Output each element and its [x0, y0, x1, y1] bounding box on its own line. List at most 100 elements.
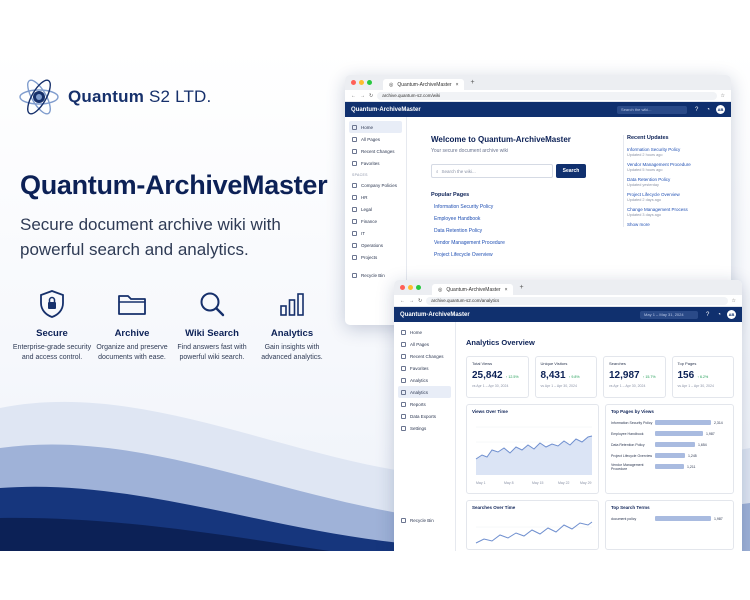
sidebar-item-label: Home [361, 124, 374, 130]
sidebar-item-label: HR [361, 194, 368, 200]
kpi-value: 12,987 [609, 370, 640, 381]
new-tab-icon[interactable]: + [519, 284, 523, 291]
sidebar-item-finance[interactable]: Finance [349, 215, 402, 227]
close-window-icon[interactable] [351, 80, 356, 85]
forward-icon[interactable]: → [409, 298, 414, 304]
company-name: Quantum S2 LTD. [68, 87, 212, 106]
forward-icon[interactable]: → [360, 93, 365, 99]
popular-page-link[interactable]: Vendor Management Procedure [434, 240, 621, 246]
sidebar-item-label: Recent Changes [361, 148, 395, 154]
minimize-window-icon[interactable] [359, 80, 364, 85]
bell-icon[interactable]: ◔ [706, 107, 710, 113]
sidebar-item-settings[interactable]: Settings [398, 422, 451, 434]
sidebar-item-favorites[interactable]: Favorites [349, 157, 402, 169]
avatar[interactable]: AB [716, 105, 725, 114]
bar-label: document policy [611, 516, 637, 521]
back-icon[interactable]: ← [400, 298, 405, 304]
sidebar-item-analytics-active[interactable]: Analytics [398, 386, 451, 398]
chart-row: Views Over Time May 1 May 8 May 15 May 2… [466, 404, 734, 494]
maximize-window-icon[interactable] [367, 80, 372, 85]
popular-page-link[interactable]: Data Retention Policy [434, 228, 621, 234]
bar-value: 1,211 [687, 464, 696, 469]
sidebar-item-label: Recycle Bin [361, 272, 385, 278]
bookmark-icon[interactable]: ☆ [732, 298, 736, 304]
sidebar-item-legal[interactable]: Legal [349, 203, 402, 215]
url-field[interactable]: archive.quantum-s2.com/analytics [426, 296, 728, 305]
recent-update-item[interactable]: Vendor Management Procedure Updated 5 hou… [627, 162, 723, 172]
browser-tab[interactable]: ◎ Quantum-ArchiveMaster × [432, 284, 514, 295]
bar-label: Information Security Policy [611, 420, 653, 425]
panel-title: Searches Over Time [472, 505, 516, 510]
sidebar-item-hr[interactable]: HR [349, 191, 402, 203]
minimize-window-icon[interactable] [408, 285, 413, 290]
bar-row: Vendor Management Procedure 1,211 [611, 461, 728, 472]
sidebar-item-all-pages[interactable]: All Pages [398, 338, 451, 350]
bookmark-icon[interactable]: ☆ [721, 93, 725, 99]
app-name: Quantum-ArchiveMaster [351, 106, 421, 113]
gear-icon [401, 425, 406, 431]
help-icon[interactable]: ? [695, 107, 698, 113]
sidebar-item-reports[interactable]: Reports [398, 398, 451, 410]
panel-title: Top Search Terms [611, 505, 650, 510]
search-button[interactable]: Search [556, 164, 586, 178]
popular-page-link[interactable]: Information Security Policy [434, 204, 621, 210]
sidebar-item-recent-changes[interactable]: Recent Changes [398, 350, 451, 362]
show-more-link[interactable]: Show more [627, 222, 723, 227]
bell-icon[interactable]: ◔ [717, 312, 721, 318]
sidebar-item-company-policies[interactable]: Company Policies [349, 179, 402, 191]
update-date: Updated 5 hours ago [627, 168, 663, 172]
recent-update-item[interactable]: Information Security Policy Updated 2 hou… [627, 147, 723, 157]
date-range-picker[interactable]: May 1 – May 31, 2024 [640, 310, 699, 319]
popular-page-link[interactable]: Employee Handbook [434, 216, 621, 222]
sidebar-item-data-exports[interactable]: Data Exports [398, 410, 451, 422]
close-tab-icon[interactable]: × [505, 287, 508, 293]
recent-update-item[interactable]: Project Lifecycle Overview Updated 2 days… [627, 192, 723, 202]
reload-icon[interactable]: ↻ [418, 298, 422, 304]
sidebar-item-projects[interactable]: Projects [349, 251, 402, 263]
bar-row: document policy 1,987 [611, 513, 728, 524]
analytics-browser-window: ◎ Quantum-ArchiveMaster × + ← → ↻ archive.… [394, 280, 742, 551]
maximize-window-icon[interactable] [416, 285, 421, 290]
navbar-search-input[interactable]: Search the wiki... [617, 105, 688, 114]
sidebar-item-it[interactable]: IT [349, 227, 402, 239]
sidebar-item-operations[interactable]: Operations [349, 239, 402, 251]
sidebar-item-home[interactable]: Home [349, 121, 402, 133]
recent-update-item[interactable]: Change Management Process Updated 3 days … [627, 207, 723, 217]
kpi-label: Total Views [472, 361, 493, 366]
sidebar-item-favorites[interactable]: Favorites [398, 362, 451, 374]
sidebar-item-recycle-bin[interactable]: Recycle Bin [349, 269, 402, 281]
close-window-icon[interactable] [400, 285, 405, 290]
kpi-card: Unique Visitors 8,431 ↑ 9.8% vs Apr 1 – Apr… [534, 356, 597, 398]
clock-icon [352, 148, 357, 154]
sidebar-item-recent-changes[interactable]: Recent Changes [349, 145, 402, 157]
url-text: archive.quantum-s2.com/wiki [382, 93, 441, 98]
new-tab-icon[interactable]: + [470, 79, 474, 86]
recent-updates-panel: Recent Updates Information Security Poli… [623, 135, 723, 227]
star-icon [352, 160, 357, 166]
wiki-search-input[interactable]: ⌕ Search the wiki... [431, 164, 553, 178]
help-icon[interactable]: ? [706, 312, 709, 318]
popular-pages-heading: Popular Pages [431, 192, 470, 198]
recent-updates-heading: Recent Updates [627, 135, 669, 141]
sidebar-item-recycle-bin[interactable]: Recycle Bin [398, 514, 451, 526]
sidebar-item-label: Reports [410, 401, 426, 407]
avatar[interactable]: AB [727, 310, 736, 319]
close-tab-icon[interactable]: × [456, 82, 459, 88]
url-field[interactable]: archive.quantum-s2.com/wiki [377, 91, 717, 100]
kpi-label: Searches [609, 361, 626, 366]
recent-update-item[interactable]: Data Retention Policy Updated yesterday [627, 177, 723, 187]
reload-icon[interactable]: ↻ [369, 93, 373, 99]
popular-page-link[interactable]: Project Lifecycle Overview [434, 252, 621, 258]
update-title: Change Management Process [627, 207, 688, 212]
sidebar-item-analytics[interactable]: Analytics [398, 374, 451, 386]
bar-value: 1,987 [714, 516, 723, 521]
trash-icon [401, 517, 406, 523]
report-icon [401, 401, 406, 407]
sidebar-item-home[interactable]: Home [398, 326, 451, 338]
hero-banner: Quantum S2 LTD. Quantum-ArchiveMaster Se… [0, 48, 750, 551]
update-date: Updated 2 hours ago [627, 153, 663, 157]
browser-tab[interactable]: ◎ Quantum-ArchiveMaster × [383, 79, 465, 90]
kpi-compare: vs Apr 1 – Apr 30, 2024 [540, 384, 577, 388]
sidebar-item-all-pages[interactable]: All Pages [349, 133, 402, 145]
back-icon[interactable]: ← [351, 93, 356, 99]
